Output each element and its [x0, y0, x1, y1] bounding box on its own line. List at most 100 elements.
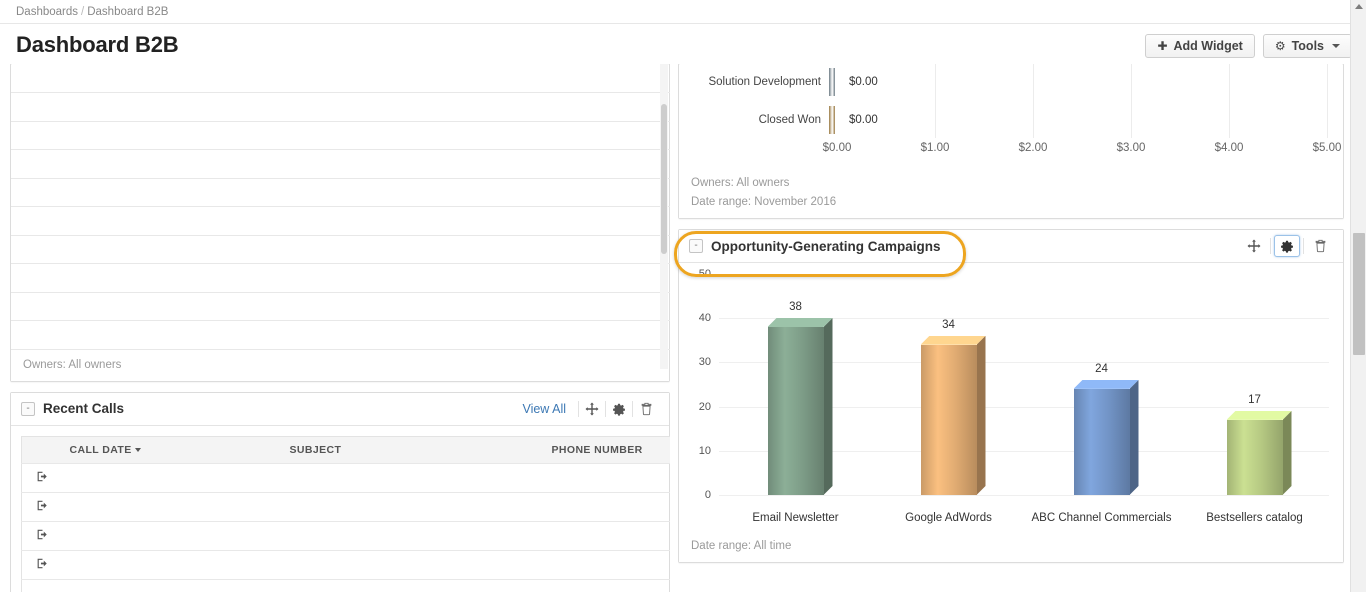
gridline — [1131, 64, 1132, 138]
call-row-partial — [283, 579, 542, 592]
account-email-cell — [191, 92, 511, 122]
account-email-cell — [191, 263, 511, 293]
funnel-date-range-text: Date range: November 2016 — [691, 196, 837, 208]
funnel-widget-footer: Owners: All owners Date range: November … — [679, 168, 1343, 218]
account-name-cell — [11, 263, 191, 293]
tools-label: Tools — [1291, 39, 1324, 53]
gear-icon[interactable] — [1274, 235, 1300, 257]
trash-icon[interactable] — [633, 398, 659, 420]
account-email-cell — [191, 206, 511, 236]
account-name-cell — [11, 121, 191, 150]
table-row — [21, 550, 670, 580]
plus-icon: ✚ — [1157, 39, 1168, 53]
recent-calls-widget: - Recent Calls View All CALL DATE SUBJEC… — [10, 391, 670, 592]
account-phone-cell — [511, 263, 670, 293]
table-row — [11, 320, 670, 350]
tools-button[interactable]: ⚙ Tools — [1262, 34, 1352, 58]
collapse-icon[interactable]: - — [21, 401, 35, 416]
bar-category-label: Bestsellers catalog — [1206, 512, 1303, 524]
account-phone-cell — [511, 320, 670, 350]
table-row — [11, 92, 670, 122]
recent-calls-header: - Recent Calls View All — [11, 392, 669, 426]
bar-side-face — [1130, 380, 1139, 495]
table-row — [11, 64, 670, 93]
column-header-subject[interactable]: SUBJECT — [283, 436, 542, 464]
call-date-cell — [63, 521, 284, 551]
account-email-cell — [191, 178, 511, 207]
x-axis-tick-label: $3.00 — [1116, 142, 1146, 154]
funnel-category-label: Solution Development — [708, 76, 821, 88]
breadcrumb-current: Dashboard B2B — [87, 6, 169, 18]
trash-icon[interactable] — [1307, 235, 1333, 257]
column-label: CALL DATE — [69, 443, 132, 456]
collapse-icon[interactable]: - — [689, 239, 703, 253]
call-row-partial — [63, 579, 284, 592]
account-name-cell — [11, 92, 191, 122]
column-header-phone-number[interactable]: PHONE NUMBER — [541, 436, 670, 464]
bar — [920, 335, 986, 495]
bar-top-face — [1073, 379, 1139, 389]
campaigns-widget: - Opportunity-Generating Campaigns 0 10 … — [678, 229, 1344, 563]
account-phone-cell — [511, 92, 670, 122]
bar-data-label: 38 — [789, 301, 802, 314]
funnel-data-label: $0.00 — [849, 114, 878, 126]
accounts-owners-text: Owners: All owners — [23, 358, 122, 371]
account-email-cell — [191, 64, 511, 93]
page-scrollbar[interactable] — [1350, 0, 1366, 592]
y-axis-tick-label: 40 — [698, 312, 711, 325]
funnel-row: Closed Won $0.00 — [679, 106, 878, 134]
funnel-data-label: $0.00 — [849, 76, 878, 88]
bar-data-label: 17 — [1248, 393, 1261, 406]
accounts-panel-scroll-thumb[interactable] — [661, 104, 667, 254]
funnel-chart: Solution Development $0.00 Closed Won $0.00… — [679, 64, 1343, 168]
account-phone-cell — [511, 64, 670, 93]
bar-top-face — [767, 318, 833, 328]
call-row-partial — [541, 579, 670, 592]
move-icon[interactable] — [1241, 235, 1267, 257]
bar-front-face — [1073, 388, 1130, 495]
accounts-panel-scrollbar[interactable] — [660, 64, 668, 369]
recent-calls-body: CALL DATE SUBJECT PHONE NUMBER — [11, 426, 670, 592]
bar-top-face — [1226, 410, 1292, 420]
accounts-widget-footer: Owners: All owners — [11, 349, 669, 381]
bar-front-face — [767, 327, 824, 495]
funnel-row: Solution Development $0.00 — [679, 68, 878, 96]
table-row — [11, 235, 670, 264]
account-email-cell — [191, 235, 511, 264]
chevron-down-icon — [1332, 44, 1340, 48]
funnel-owners-text: Owners: All owners — [691, 177, 790, 189]
account-name-cell — [11, 178, 191, 207]
view-all-link[interactable]: View All — [522, 402, 578, 416]
table-row — [11, 149, 670, 179]
call-subject-cell — [283, 463, 542, 493]
table-row — [21, 579, 670, 592]
account-name-cell — [11, 149, 191, 179]
divider — [1303, 238, 1304, 254]
table-row — [11, 121, 670, 150]
recent-calls-title: Recent Calls — [43, 401, 125, 416]
call-phone-cell — [541, 550, 670, 580]
page-scroll-thumb[interactable] — [1353, 233, 1365, 355]
breadcrumb-root[interactable]: Dashboards — [16, 6, 78, 18]
campaigns-widget-footer: Date range: All time — [679, 531, 1343, 562]
sales-funnel-widget: Solution Development $0.00 Closed Won $0.00… — [678, 64, 1344, 219]
account-name-cell — [11, 206, 191, 236]
account-phone-cell — [511, 149, 670, 179]
bar — [767, 318, 833, 495]
gear-icon[interactable] — [606, 398, 632, 420]
bar-front-face — [920, 344, 977, 495]
bar — [1226, 410, 1292, 495]
outgoing-call-icon — [21, 492, 64, 522]
add-widget-button[interactable]: ✚ Add Widget — [1145, 34, 1255, 58]
column-header-call-date[interactable]: CALL DATE — [63, 436, 284, 464]
account-phone-cell — [511, 206, 670, 236]
scroll-up-arrow-icon[interactable] — [1355, 4, 1363, 9]
bar-data-label: 24 — [1095, 362, 1108, 375]
campaigns-bar-chart: 0 10 20 30 40 50 38 Email Newsletter 34 Google Ad… — [679, 263, 1343, 531]
table-row — [21, 521, 670, 551]
account-name-cell — [11, 64, 191, 93]
move-icon[interactable] — [579, 398, 605, 420]
call-phone-cell — [541, 521, 670, 551]
column-header-icon — [21, 436, 64, 464]
bar — [1073, 379, 1139, 495]
